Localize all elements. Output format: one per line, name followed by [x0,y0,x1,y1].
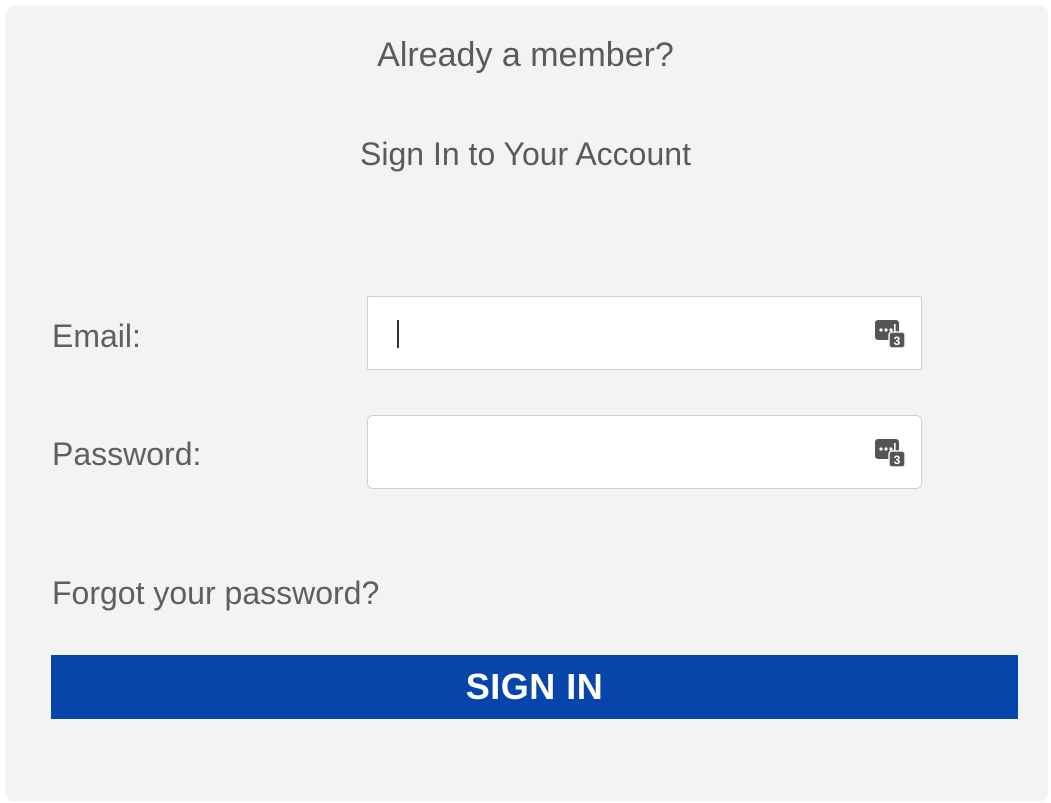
password-label: Password: [52,436,202,472]
password-input[interactable] [368,416,858,488]
svg-text:3: 3 [894,334,901,348]
forgot-password-link[interactable]: Forgot your password? [52,575,379,612]
svg-text:3: 3 [894,453,901,467]
page-subtitle: Sign In to Your Account [360,136,691,172]
text-cursor [397,320,399,348]
page-title: Already a member? [377,36,674,74]
password-manager-icon[interactable]: 3 [875,318,907,348]
email-label: Email: [52,318,141,354]
email-field-container: 3 [367,296,922,370]
sign-in-button[interactable]: SIGN IN [51,655,1018,719]
password-manager-icon[interactable]: 3 [875,437,907,467]
password-field-container: 3 [367,415,922,489]
email-input[interactable] [368,297,858,369]
